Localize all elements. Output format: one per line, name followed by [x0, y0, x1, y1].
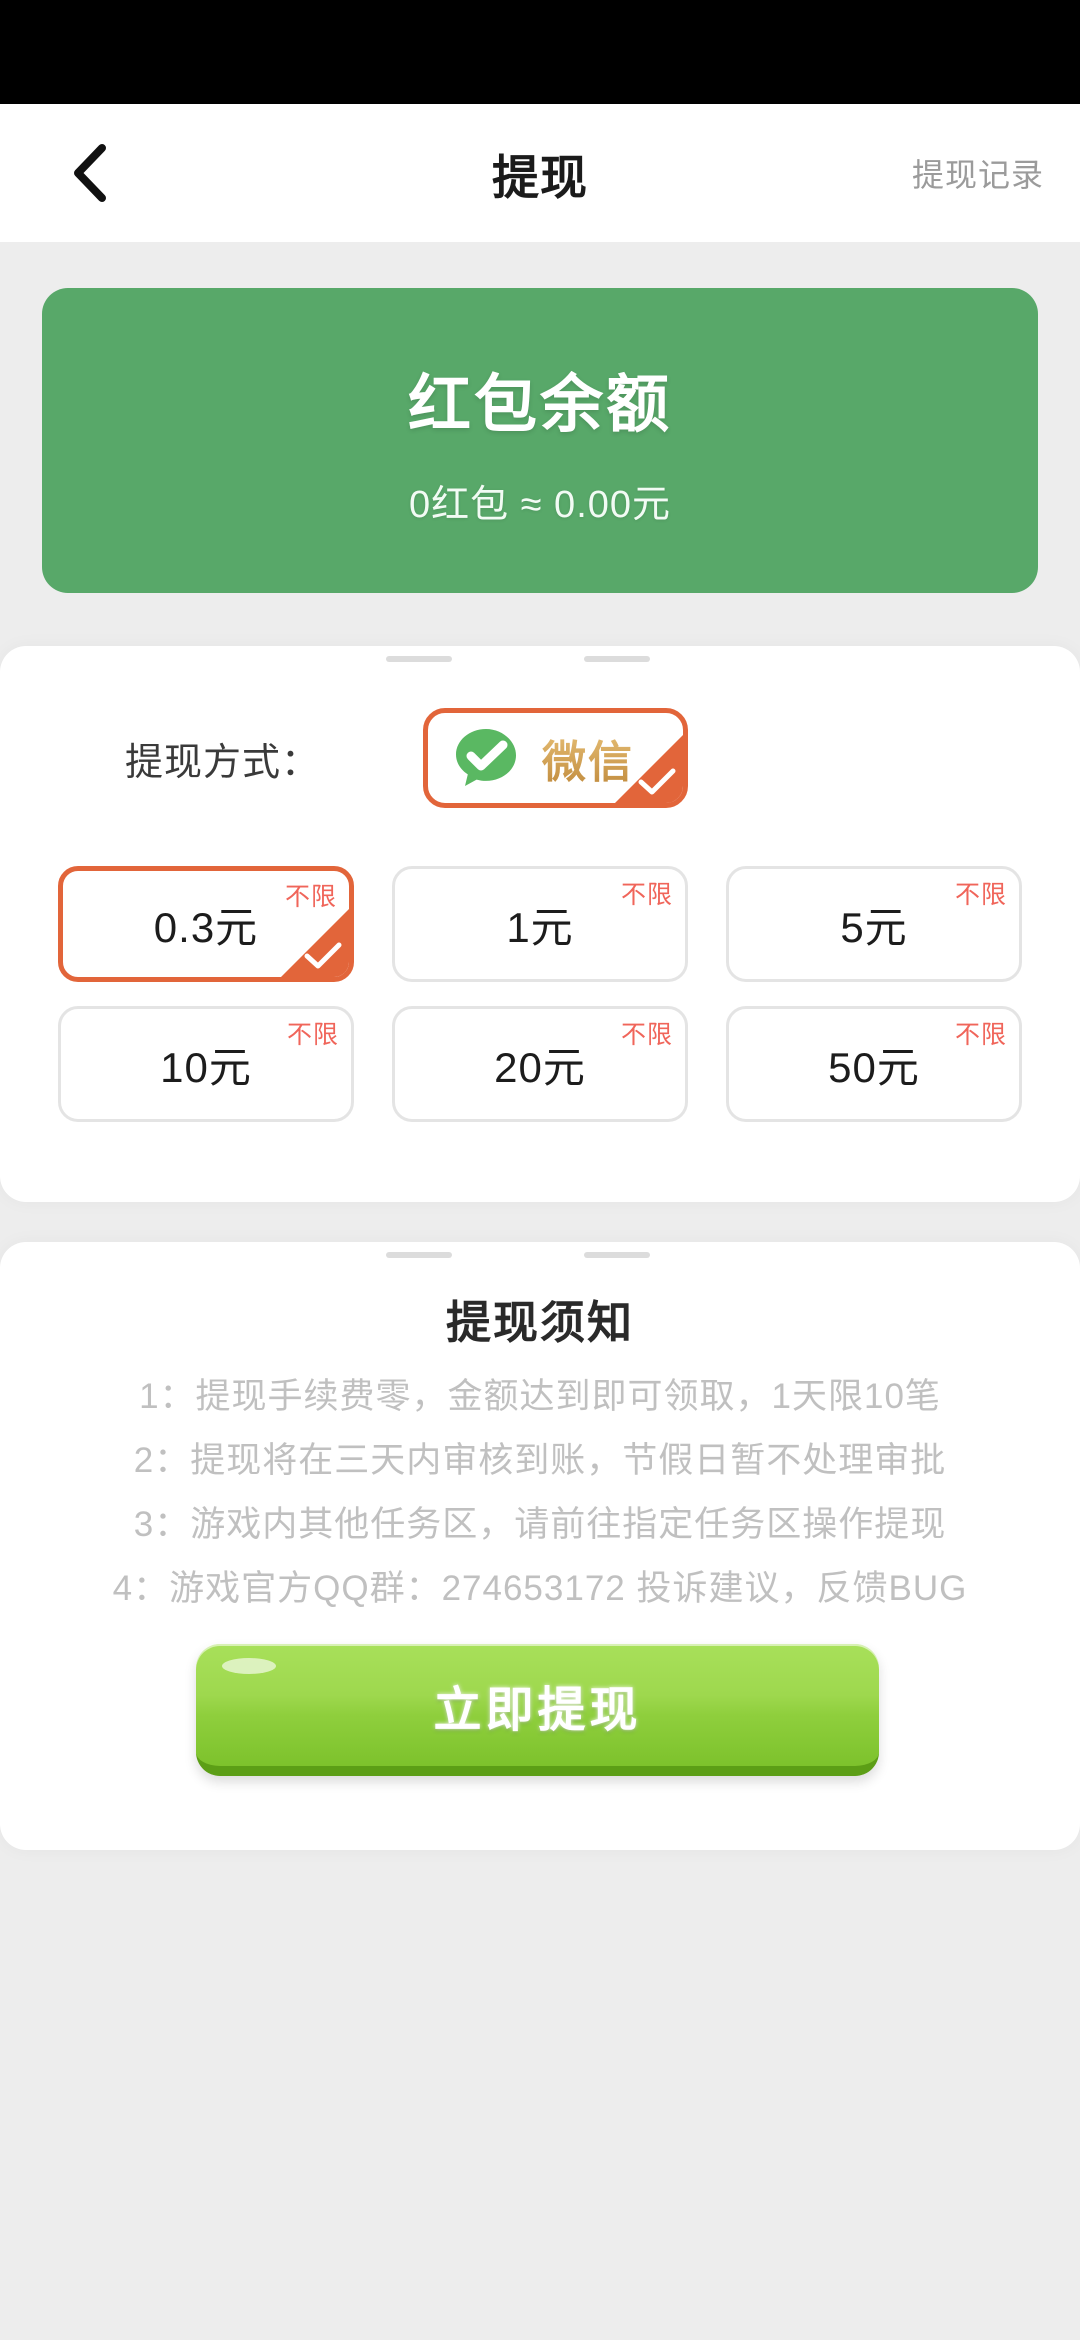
notice-tick-left	[386, 1252, 452, 1258]
amount-option-0[interactable]: 不限 0.3元	[58, 866, 354, 982]
amount-badge-2: 不限	[954, 881, 1007, 909]
notice-item-1: 1：提现手续费零，金额达到即可领取，1天限10笔	[139, 1377, 941, 1416]
amount-option-5[interactable]: 不限 50元	[726, 1006, 1022, 1122]
notice-item-4: 4：游戏官方QQ群：274653172 投诉建议，反馈BUG	[112, 1569, 968, 1608]
withdraw-records-link[interactable]: 提现记录	[912, 104, 1044, 242]
amount-option-3[interactable]: 不限 10元	[58, 1006, 354, 1122]
amount-value-2: 5元	[840, 903, 908, 951]
notice-tick-right	[584, 1252, 650, 1258]
notice-item-3: 3：游戏内其他任务区，请前往指定任务区操作提现	[133, 1505, 947, 1544]
card-tick-left	[386, 656, 452, 662]
notice-title: 提现须知	[445, 1297, 634, 1348]
withdraw-now-button[interactable]: 立即提现	[196, 1644, 879, 1776]
amount-badge-3: 不限	[286, 1021, 339, 1049]
amount-badge-4: 不限	[620, 1021, 673, 1049]
amount-options-grid: 不限 0.3元 不限 1元 不限 5元 不限 10元 不限 20元 不限 50元	[58, 866, 1022, 1122]
navigation-bar: 提现 提现记录	[0, 104, 1080, 242]
withdraw-method-row: 提现方式： 微信	[0, 694, 1080, 822]
card-tick-marks	[0, 656, 1080, 664]
notice-card-tick-marks	[0, 1252, 1080, 1260]
withdraw-now-label: 立即提现	[433, 1684, 642, 1737]
withdraw-method-label: 提现方式：	[125, 741, 321, 784]
balance-card: 红包余额 0红包 ≈ 0.00元	[42, 288, 1038, 593]
withdraw-page: 提现 提现记录 红包余额 0红包 ≈ 0.00元 提现方式： 微信 不限 0.3…	[0, 0, 1080, 2340]
amount-option-2[interactable]: 不限 5元	[726, 866, 1022, 982]
method-selected-check-icon	[613, 733, 683, 803]
method-option-wechat[interactable]: 微信	[423, 708, 688, 808]
amount-value-3: 10元	[160, 1043, 252, 1091]
amount-selected-check-icon	[279, 907, 349, 977]
balance-title: 红包余额	[408, 369, 672, 440]
amount-value-1: 1元	[506, 903, 574, 951]
notice-item-2: 2：提现将在三天内审核到账，节假日暂不处理审批	[133, 1441, 947, 1480]
amount-value-0: 0.3元	[153, 903, 259, 951]
amount-value-4: 20元	[494, 1043, 586, 1091]
notice-list: 1：提现手续费零，金额达到即可领取，1天限10笔 2：提现将在三天内审核到账，节…	[0, 1373, 1080, 1629]
amount-badge-5: 不限	[954, 1021, 1007, 1049]
status-bar	[0, 0, 1080, 104]
amount-option-4[interactable]: 不限 20元	[392, 1006, 688, 1122]
amount-badge-1: 不限	[620, 881, 673, 909]
wechat-icon	[450, 722, 522, 794]
amount-value-5: 50元	[828, 1043, 920, 1091]
balance-summary: 0红包 ≈ 0.00元	[408, 483, 672, 526]
card-tick-right	[584, 656, 650, 662]
amount-option-1[interactable]: 不限 1元	[392, 866, 688, 982]
